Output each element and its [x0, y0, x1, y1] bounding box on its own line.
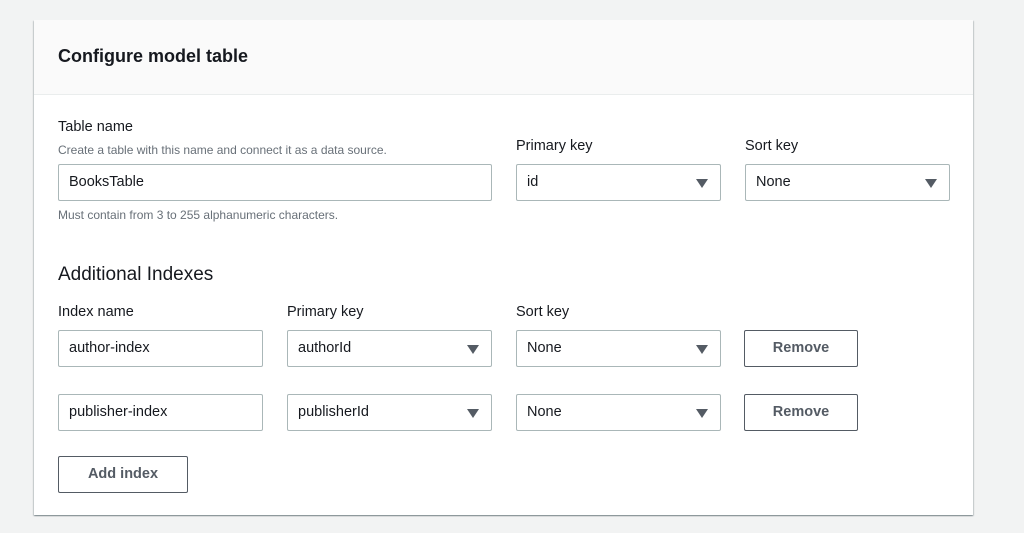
index-primary-key-select[interactable]: publisherId [287, 394, 492, 431]
caret-down-icon [696, 409, 708, 418]
configure-model-table-panel: Configure model table Table name Create … [34, 20, 973, 515]
table-name-description: Create a table with this name and connec… [58, 143, 387, 157]
additional-indexes-heading: Additional Indexes [58, 264, 214, 285]
add-index-button[interactable]: Add index [58, 456, 188, 493]
index-primary-key-select[interactable]: authorId [287, 330, 492, 367]
table-name-label: Table name [58, 119, 133, 135]
primary-key-value: id [527, 174, 539, 190]
table-name-input[interactable]: BooksTable [58, 164, 492, 201]
caret-down-icon [467, 409, 479, 418]
caret-down-icon [696, 345, 708, 354]
sort-key-select[interactable]: None [745, 164, 950, 201]
remove-index-button[interactable]: Remove [744, 394, 858, 431]
sort-key-value: None [756, 174, 791, 190]
primary-key-label: Primary key [516, 138, 593, 154]
index-sort-key-select[interactable]: None [516, 394, 721, 431]
caret-down-icon [696, 179, 708, 188]
remove-index-button[interactable]: Remove [744, 330, 858, 367]
panel-title: Configure model table [58, 46, 249, 66]
index-sort-key-value: None [527, 404, 562, 420]
index-sort-key-select[interactable]: None [516, 330, 721, 367]
index-primary-key-value: publisherId [298, 404, 369, 420]
caret-down-icon [467, 345, 479, 354]
index-name-input[interactable]: publisher-index [58, 394, 263, 431]
table-name-hint: Must contain from 3 to 255 alphanumeric … [58, 208, 339, 222]
index-sort-key-value: None [527, 340, 562, 356]
index-name-column-label: Index name [58, 304, 134, 320]
index-name-input[interactable]: author-index [58, 330, 263, 367]
index-primary-key-value: authorId [298, 340, 352, 356]
primary-key-select[interactable]: id [516, 164, 721, 201]
caret-down-icon [925, 179, 937, 188]
index-sort-key-column-label: Sort key [516, 304, 570, 320]
index-primary-key-column-label: Primary key [287, 304, 364, 320]
panel-header: Configure model table [34, 20, 973, 95]
sort-key-label: Sort key [745, 138, 799, 154]
